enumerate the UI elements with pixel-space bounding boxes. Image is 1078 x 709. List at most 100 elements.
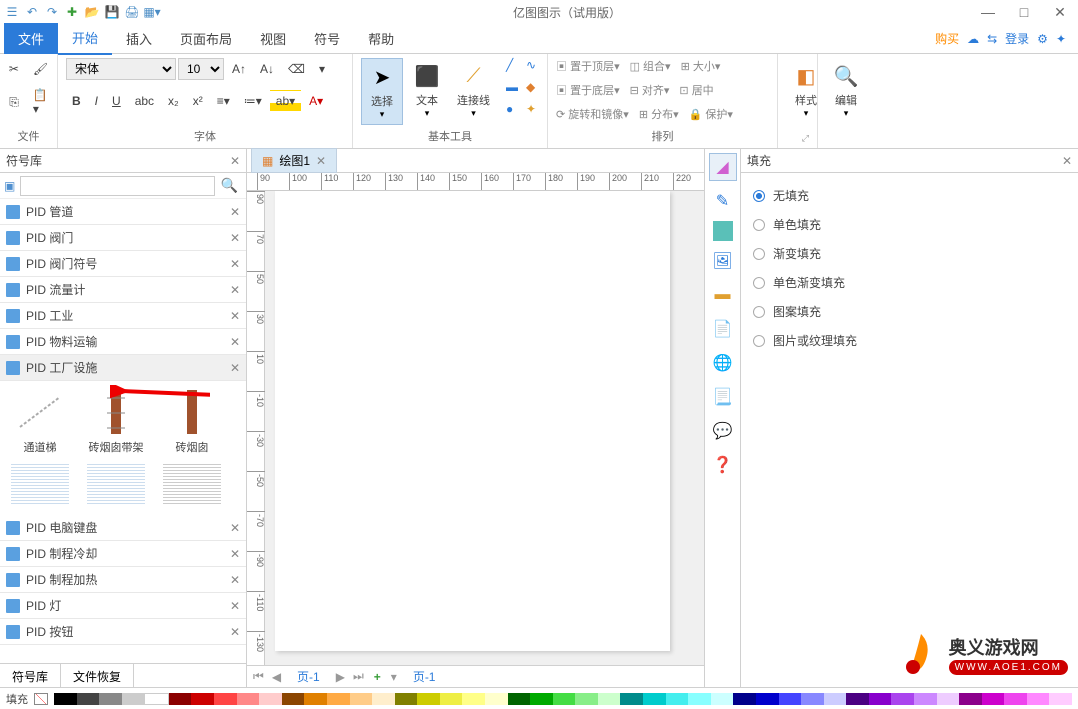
- buy-link[interactable]: 购买: [935, 30, 959, 47]
- lib-item-industry[interactable]: PID 工业✕: [0, 303, 246, 329]
- page-next-icon[interactable]: ▶: [334, 670, 347, 684]
- increase-font-icon[interactable]: A↑: [226, 58, 252, 80]
- clear-format-icon[interactable]: ⌫: [282, 58, 311, 80]
- curve-shape-icon[interactable]: ∿: [526, 58, 536, 72]
- select-tool[interactable]: ➤选择▾: [361, 58, 403, 125]
- size-button[interactable]: ⊞ 大小▾: [681, 58, 721, 74]
- qat-print-icon[interactable]: 🖨: [124, 4, 140, 20]
- shape-chimney-frame[interactable]: 砖烟囱带架: [80, 387, 152, 455]
- page-first-icon[interactable]: ⏮: [251, 669, 266, 684]
- fill-opt-pattern[interactable]: 图案填充: [753, 297, 1066, 326]
- close-lib-icon[interactable]: ✕: [230, 599, 240, 613]
- bold-icon[interactable]: B: [66, 90, 87, 112]
- lib-item-keyboard[interactable]: PID 电脑键盘✕: [0, 515, 246, 541]
- maximize-button[interactable]: □: [1010, 4, 1038, 21]
- rotate-button[interactable]: ⟳ 旋转和镜像▾: [556, 106, 629, 122]
- close-lib-icon[interactable]: ✕: [230, 573, 240, 587]
- close-fill-panel-icon[interactable]: ✕: [1062, 154, 1072, 168]
- cut-icon[interactable]: ✂: [3, 58, 25, 80]
- cloud-icon[interactable]: ☁: [967, 32, 979, 46]
- qat-new-icon[interactable]: ✚: [64, 4, 80, 20]
- qat-menu-icon[interactable]: ☰: [4, 4, 20, 20]
- sidetool-line-icon[interactable]: ✎: [709, 187, 737, 215]
- close-button[interactable]: ✕: [1046, 4, 1074, 21]
- distribute-button[interactable]: ⊞ 分布▾: [639, 106, 679, 122]
- shape-grid-3[interactable]: [156, 459, 228, 509]
- bottom-tab-recover[interactable]: 文件恢复: [61, 664, 134, 687]
- sidetool-comment-icon[interactable]: 💬: [709, 417, 737, 445]
- qat-undo-icon[interactable]: ↶: [24, 4, 40, 20]
- highlight-icon[interactable]: ab▾: [270, 90, 301, 112]
- paste-icon[interactable]: 📋▾: [27, 84, 54, 120]
- font-size-select[interactable]: 10: [178, 58, 224, 80]
- qat-save-icon[interactable]: 💾: [104, 4, 120, 20]
- copy-icon[interactable]: ⎘: [3, 91, 25, 114]
- lib-item-valve[interactable]: PID 阀门✕: [0, 225, 246, 251]
- subscript-icon[interactable]: x₂: [162, 90, 185, 112]
- font-name-select[interactable]: 宋体: [66, 58, 176, 80]
- fill-opt-texture[interactable]: 图片或纹理填充: [753, 326, 1066, 355]
- star-shape-icon[interactable]: ✦: [526, 102, 536, 116]
- sidetool-help-icon[interactable]: ❓: [709, 451, 737, 479]
- login-link[interactable]: 登录: [1005, 30, 1029, 47]
- close-lib-icon[interactable]: ✕: [230, 231, 240, 245]
- fill-opt-none[interactable]: 无填充: [753, 181, 1066, 210]
- sidetool-page-icon[interactable]: 📃: [709, 383, 737, 411]
- fill-opt-gradient[interactable]: 渐变填充: [753, 239, 1066, 268]
- shape-grid-1[interactable]: [4, 459, 76, 509]
- lib-item-button[interactable]: PID 按钮✕: [0, 619, 246, 645]
- qat-open-icon[interactable]: 📂: [84, 4, 100, 20]
- protect-button[interactable]: 🔒 保护▾: [689, 106, 733, 122]
- brand-icon[interactable]: ✦: [1056, 32, 1066, 46]
- line-spacing-icon[interactable]: ≡▾: [211, 90, 236, 112]
- lib-item-pipe[interactable]: PID 管道✕: [0, 199, 246, 225]
- bottom-tab-lib[interactable]: 符号库: [0, 664, 61, 687]
- page-last-icon[interactable]: ⏭: [351, 669, 366, 684]
- decrease-font-icon[interactable]: A↓: [254, 58, 280, 80]
- superscript-icon[interactable]: x²: [187, 90, 209, 112]
- page-prev-icon[interactable]: ◀: [270, 670, 283, 684]
- lib-item-lamp[interactable]: PID 灯✕: [0, 593, 246, 619]
- edit-button[interactable]: 🔍编辑▾: [826, 58, 866, 123]
- tab-file[interactable]: 文件: [4, 23, 58, 54]
- italic-icon[interactable]: I: [89, 90, 104, 112]
- doc-tab[interactable]: ▦ 绘图1 ✕: [251, 148, 337, 173]
- share-icon[interactable]: ⇆: [987, 32, 997, 46]
- tab-symbol[interactable]: 符号: [300, 23, 354, 54]
- close-lib-icon[interactable]: ✕: [230, 257, 240, 271]
- tab-insert[interactable]: 插入: [112, 23, 166, 54]
- no-fill-swatch[interactable]: [34, 693, 48, 705]
- sidetool-image-icon[interactable]: 🖼: [709, 247, 737, 275]
- close-lib-icon[interactable]: ✕: [230, 361, 240, 375]
- shape-ladder[interactable]: 通道梯: [4, 387, 76, 455]
- qat-redo-icon[interactable]: ↷: [44, 4, 60, 20]
- lib-item-cooling[interactable]: PID 制程冷却✕: [0, 541, 246, 567]
- tab-view[interactable]: 视图: [246, 23, 300, 54]
- shape-grid-2[interactable]: [80, 459, 152, 509]
- font-color-icon[interactable]: A▾: [303, 90, 329, 112]
- tab-page-layout[interactable]: 页面布局: [166, 23, 246, 54]
- color-palette[interactable]: [54, 693, 1072, 705]
- group-button[interactable]: ◫ 组合▾: [630, 58, 671, 74]
- rect-shape-icon[interactable]: ▬: [506, 80, 518, 94]
- page-tab[interactable]: 页-1: [287, 666, 330, 687]
- settings-icon[interactable]: ⚙: [1037, 32, 1048, 46]
- search-input[interactable]: [20, 176, 215, 196]
- lib-item-material[interactable]: PID 物料运输✕: [0, 329, 246, 355]
- close-lib-icon[interactable]: ✕: [230, 309, 240, 323]
- fill-opt-mono-gradient[interactable]: 单色渐变填充: [753, 268, 1066, 297]
- close-lib-icon[interactable]: ✕: [230, 283, 240, 297]
- circle-shape-icon[interactable]: ●: [506, 102, 518, 116]
- close-doc-icon[interactable]: ✕: [316, 154, 326, 168]
- canvas[interactable]: [265, 191, 704, 665]
- add-page-icon[interactable]: +: [370, 670, 385, 684]
- close-lib-icon[interactable]: ✕: [230, 521, 240, 535]
- shape-chimney[interactable]: 砖烟囱: [156, 387, 228, 455]
- sidetool-fill-icon[interactable]: ◢: [709, 153, 737, 181]
- close-lib-icon[interactable]: ✕: [230, 625, 240, 639]
- sidetool-layer-icon[interactable]: ▬: [709, 281, 737, 309]
- tab-start[interactable]: 开始: [58, 22, 112, 55]
- bullets-icon[interactable]: ≔▾: [238, 90, 268, 112]
- qat-view-icon[interactable]: ▦▾: [144, 4, 160, 20]
- underline-icon[interactable]: U: [106, 90, 127, 112]
